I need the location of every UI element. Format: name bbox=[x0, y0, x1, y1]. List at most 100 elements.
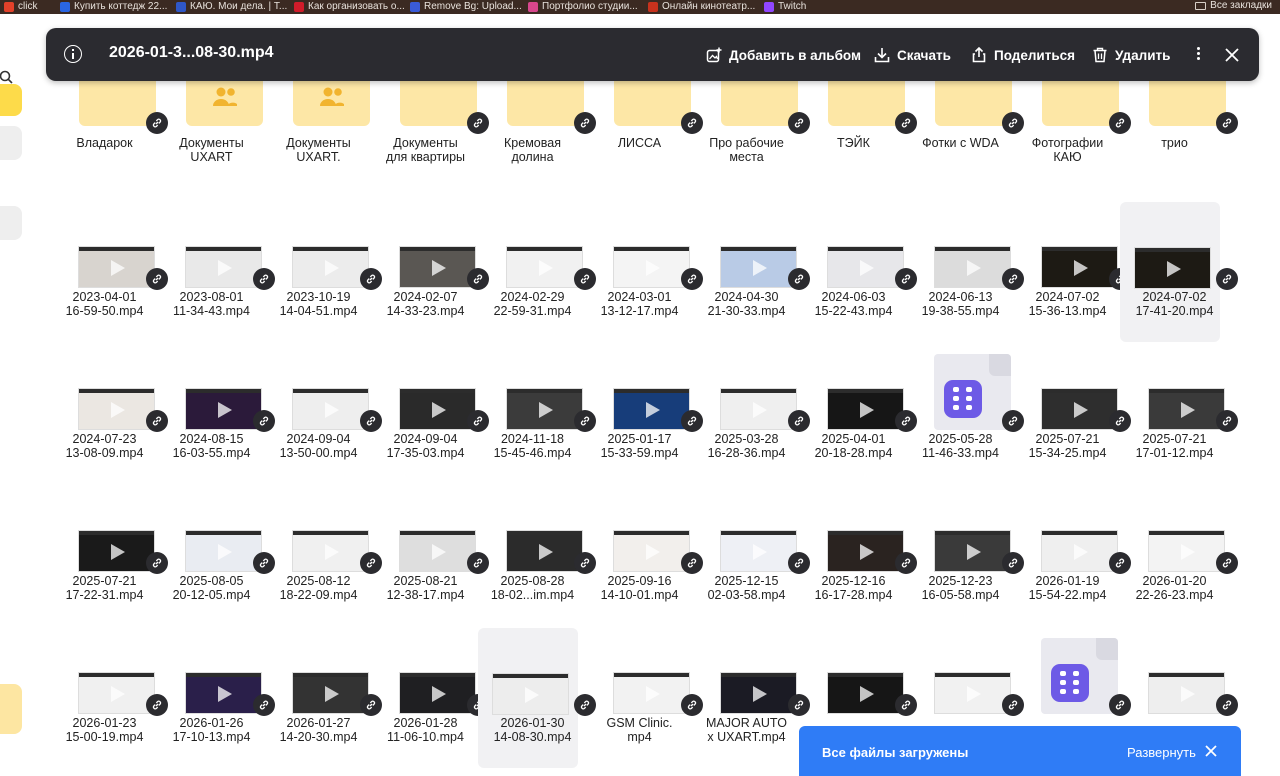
file-item[interactable]: MAJOR AUTO x UXART.mp4 bbox=[706, 672, 813, 776]
file-item[interactable]: 2024-07-02 17-41-20.mp4 bbox=[1120, 202, 1238, 342]
bookmark-item[interactable]: Remove Bg: Upload... bbox=[410, 0, 522, 14]
file-item[interactable]: 2024-02-29 22-59-31.mp4 bbox=[492, 246, 599, 384]
shared-link-icon bbox=[360, 268, 382, 290]
video-thumbnail bbox=[1148, 388, 1225, 430]
file-item[interactable]: 2026-01-20 22-26-23.mp4 bbox=[1134, 530, 1241, 668]
file-item[interactable]: 2024-03-01 13-12-17.mp4 bbox=[599, 246, 706, 384]
shared-link-icon bbox=[146, 694, 168, 716]
bookmark-label: Как организовать о... bbox=[308, 1, 405, 12]
video-thumbnail bbox=[185, 388, 262, 430]
info-icon[interactable] bbox=[64, 45, 82, 63]
file-item[interactable]: 2025-05-28 11-46-33.mp4 bbox=[920, 354, 1027, 526]
file-name-line1: 2026-01-30 bbox=[500, 716, 565, 730]
bookmark-item[interactable]: Портфолио студии... bbox=[528, 0, 638, 14]
all-bookmarks-button[interactable]: Все закладки bbox=[1195, 0, 1272, 12]
play-icon bbox=[539, 402, 553, 418]
file-item[interactable]: 2026-01-30 14-08-30.mp4 bbox=[478, 628, 596, 768]
play-icon bbox=[218, 544, 232, 560]
video-thumbnail bbox=[934, 246, 1011, 288]
bookmark-favicon-icon bbox=[294, 2, 304, 12]
nav-item[interactable] bbox=[0, 126, 22, 160]
close-icon[interactable] bbox=[1205, 745, 1217, 757]
file-item[interactable]: 2024-09-04 13-50-00.mp4 bbox=[278, 388, 385, 526]
file-item[interactable]: 2025-08-05 20-12-05.mp4 bbox=[171, 530, 278, 668]
delete-button[interactable]: Удалить bbox=[1092, 46, 1170, 64]
play-icon bbox=[753, 402, 767, 418]
file-item[interactable]: 2025-08-21 12-38-17.mp4 bbox=[385, 530, 492, 668]
file-item[interactable]: 2025-12-15 02-03-58.mp4 bbox=[706, 530, 813, 668]
file-item[interactable]: 2024-11-18 15-45-46.mp4 bbox=[492, 388, 599, 526]
bookmark-item[interactable]: Как организовать о... bbox=[294, 0, 405, 14]
more-icon[interactable] bbox=[1194, 45, 1202, 65]
file-item[interactable]: GSM Clinic. mp4 bbox=[599, 672, 706, 776]
folder-item[interactable]: Владарок bbox=[64, 68, 171, 206]
file-item[interactable]: 2025-12-23 16-05-58.mp4 bbox=[920, 530, 1027, 668]
play-icon bbox=[860, 260, 874, 276]
file-item[interactable]: 2024-06-03 15-22-43.mp4 bbox=[813, 246, 920, 384]
file-item[interactable]: 2023-08-01 11-34-43.mp4 bbox=[171, 246, 278, 384]
close-icon[interactable] bbox=[1224, 47, 1240, 63]
file-item[interactable]: 2025-07-21 15-34-25.mp4 bbox=[1027, 388, 1134, 526]
file-name: 2024-04-30 21-30-33.mp4 bbox=[693, 290, 800, 318]
file-item[interactable]: 2025-03-28 16-28-36.mp4 bbox=[706, 388, 813, 526]
file-item[interactable]: 2025-08-12 18-22-09.mp4 bbox=[278, 530, 385, 668]
file-item[interactable]: 2026-01-23 15-00-19.mp4 bbox=[64, 672, 171, 776]
folder-item[interactable]: Кремовая долина bbox=[492, 68, 599, 206]
file-name-line2: 14-33-23.mp4 bbox=[386, 304, 465, 318]
folder-item[interactable]: Фотографии КАЮ bbox=[1027, 68, 1134, 206]
folder-item[interactable]: Документы UXART bbox=[171, 68, 278, 206]
folder-item[interactable]: Про рабочие места bbox=[706, 68, 813, 206]
shared-link-icon bbox=[1109, 694, 1131, 716]
file-item[interactable]: 2025-12-16 16-17-28.mp4 bbox=[813, 530, 920, 668]
file-name-line2: 15-22-43.mp4 bbox=[814, 304, 893, 318]
file-name-line2: для квартиры bbox=[385, 150, 466, 164]
bookmark-item[interactable]: КАЮ. Мои дела. | Т... bbox=[176, 0, 287, 14]
nav-item[interactable] bbox=[0, 206, 22, 240]
folder-item[interactable]: ТЭЙК bbox=[813, 68, 920, 206]
file-item[interactable]: 2026-01-27 14-20-30.mp4 bbox=[278, 672, 385, 776]
file-name: Кремовая долина bbox=[479, 136, 586, 164]
file-item[interactable]: 2025-09-16 14-10-01.mp4 bbox=[599, 530, 706, 668]
bookmark-item[interactable]: Онлайн кинотеатр... bbox=[648, 0, 755, 14]
add-to-album-button[interactable]: Добавить в альбом bbox=[706, 46, 861, 64]
play-icon bbox=[1074, 260, 1088, 276]
file-item[interactable]: 2025-04-01 20-18-28.mp4 bbox=[813, 388, 920, 526]
file-item[interactable]: 2026-01-28 11-06-10.mp4 bbox=[385, 672, 492, 776]
folder-item[interactable]: ЛИССА bbox=[599, 68, 706, 206]
bookmark-item[interactable]: Twitch bbox=[764, 0, 806, 14]
file-item[interactable]: 2024-04-30 21-30-33.mp4 bbox=[706, 246, 813, 384]
folder-item[interactable]: Фотки с WDA bbox=[920, 68, 1027, 206]
file-item[interactable]: 2025-07-21 17-01-12.mp4 bbox=[1134, 388, 1241, 526]
bookmark-item[interactable]: click bbox=[4, 0, 37, 14]
file-name-line2: 17-41-20.mp4 bbox=[1135, 304, 1214, 318]
file-name-line2: 13-12-17.mp4 bbox=[600, 304, 679, 318]
file-item[interactable]: 2026-01-26 17-10-13.mp4 bbox=[171, 672, 278, 776]
file-name-line2: 17-22-31.mp4 bbox=[65, 588, 144, 602]
download-button[interactable]: Скачать bbox=[874, 46, 951, 64]
file-name-line2: 16-03-55.mp4 bbox=[172, 446, 251, 460]
toast-expand-button[interactable]: Развернуть bbox=[1127, 745, 1196, 760]
nav-promo[interactable] bbox=[0, 684, 22, 734]
file-item[interactable]: 2024-09-04 17-35-03.mp4 bbox=[385, 388, 492, 526]
nav-item-active[interactable] bbox=[0, 84, 22, 116]
file-item[interactable]: 2024-07-23 13-08-09.mp4 bbox=[64, 388, 171, 526]
file-item[interactable]: 2024-07-02 15-36-13.mp4 bbox=[1027, 246, 1134, 384]
folder-item[interactable]: Документы UXART. bbox=[278, 68, 385, 206]
folder-item[interactable]: трио bbox=[1134, 68, 1241, 206]
file-name-line2: 17-10-13.mp4 bbox=[172, 730, 251, 744]
file-item[interactable]: 2023-04-01 16-59-50.mp4 bbox=[64, 246, 171, 384]
file-item[interactable]: 2024-08-15 16-03-55.mp4 bbox=[171, 388, 278, 526]
file-item[interactable]: 2023-10-19 14-04-51.mp4 bbox=[278, 246, 385, 384]
shared-link-icon bbox=[895, 112, 917, 134]
bookmark-item[interactable]: Купить коттедж 22... bbox=[60, 0, 167, 14]
file-item[interactable]: 2025-01-17 15-33-59.mp4 bbox=[599, 388, 706, 526]
browser-strip bbox=[0, 14, 1280, 22]
file-item[interactable]: 2025-07-21 17-22-31.mp4 bbox=[64, 530, 171, 668]
file-grid: Владарок Документы UXART Документы UXART. Док… bbox=[40, 22, 1280, 776]
file-item[interactable]: 2024-02-07 14-33-23.mp4 bbox=[385, 246, 492, 384]
share-button[interactable]: Поделиться bbox=[971, 46, 1075, 64]
file-name: 2024-07-02 17-41-20.mp4 bbox=[1121, 290, 1228, 318]
file-name-line2: 17-01-12.mp4 bbox=[1135, 446, 1214, 460]
folder-item[interactable]: Документы для квартиры bbox=[385, 68, 492, 206]
file-name-line1: 2026-01-26 bbox=[179, 716, 244, 730]
